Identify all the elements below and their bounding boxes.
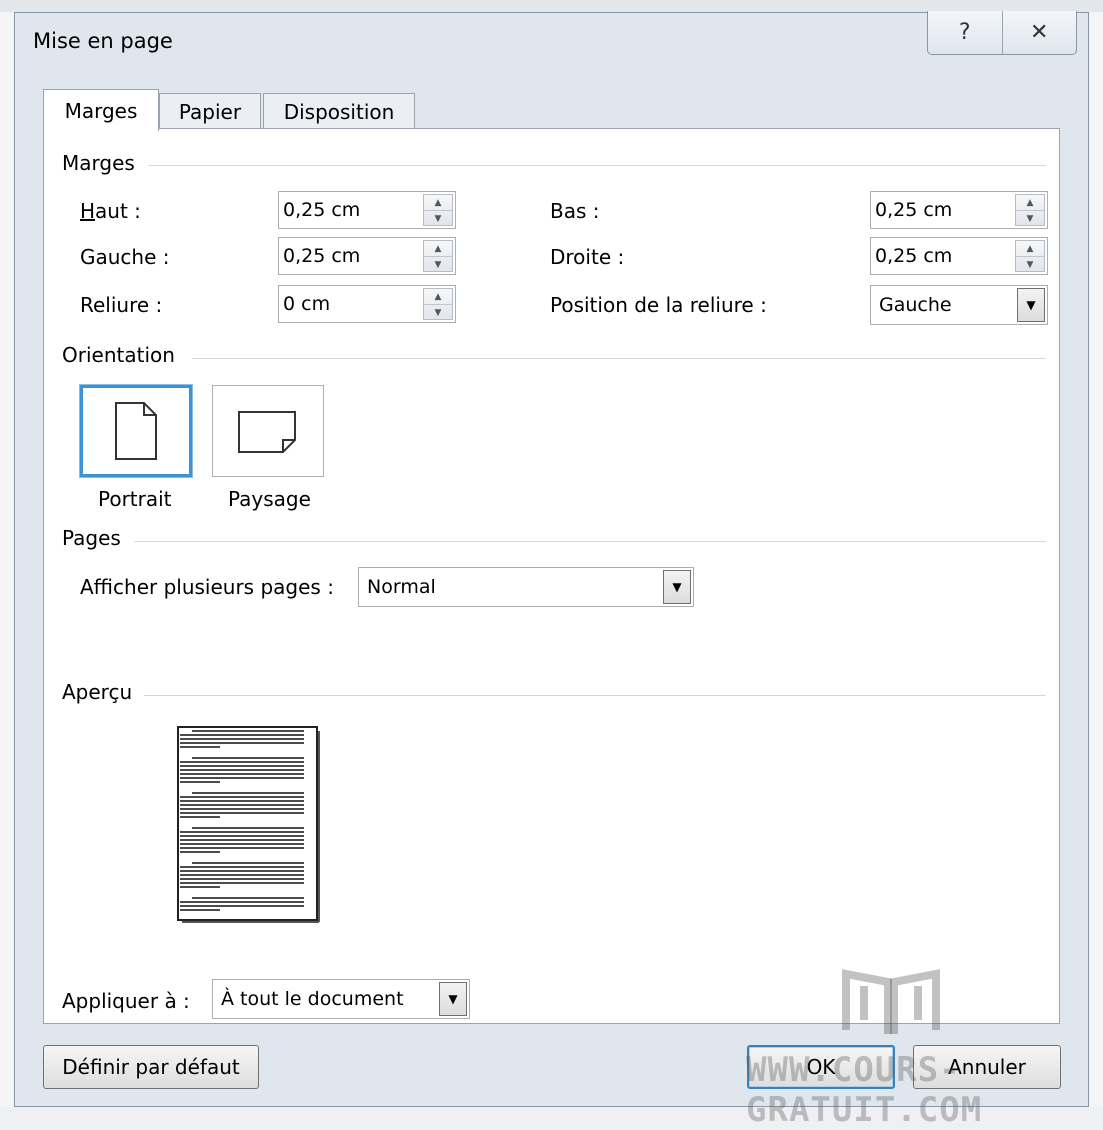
set-as-default-button[interactable]: Définir par défaut (43, 1045, 259, 1089)
right-margin-label: Droite : (550, 245, 624, 269)
spin-up-icon[interactable]: ▲ (424, 241, 452, 256)
close-icon: ✕ (1030, 20, 1049, 45)
section-orientation-title: Orientation (62, 343, 175, 367)
spin-down-icon[interactable]: ▼ (424, 256, 452, 272)
gutter-position-value: Gauche (879, 294, 952, 316)
page-preview (177, 726, 320, 923)
page-setup-dialog: Mise en page ? ✕ Marges Papier Dispositi… (14, 11, 1089, 1107)
section-divider (134, 541, 1046, 542)
tab-marges[interactable]: Marges (43, 89, 159, 131)
apply-to-select[interactable]: À tout le document ▼ (212, 979, 470, 1019)
bottom-margin-value: 0,25 cm (875, 199, 953, 221)
left-margin-spin-arrows[interactable]: ▲ ▼ (423, 240, 453, 272)
spin-down-icon[interactable]: ▼ (424, 210, 452, 226)
right-margin-value: 0,25 cm (875, 245, 953, 267)
watermark-text: WWW.COURS-GRATUIT.COM (746, 1050, 983, 1130)
apply-to-value: À tout le document (221, 988, 404, 1010)
gutter-label: Reliure : (80, 293, 162, 317)
gutter-position-label: Position de la reliure : (550, 293, 767, 317)
multiple-pages-value: Normal (367, 576, 436, 598)
landscape-label[interactable]: Paysage (228, 487, 311, 511)
top-margin-spin-arrows[interactable]: ▲ ▼ (423, 194, 453, 226)
chevron-down-icon[interactable]: ▼ (439, 982, 467, 1016)
section-divider (192, 358, 1046, 359)
gutter-position-label-text: Position de la reliure : (550, 293, 767, 317)
gutter-label-text: Reliure : (80, 293, 163, 317)
section-preview-title: Aperçu (62, 680, 133, 704)
tab-panel-marges: Marges Haut : 0,25 cm ▲ ▼ Bas : 0,25 cm ▲… (43, 128, 1060, 1024)
watermark-book-icon (842, 969, 940, 1034)
top-margin-stepper[interactable]: 0,25 cm ▲ ▼ (278, 191, 456, 229)
section-divider (144, 695, 1046, 696)
bottom-margin-stepper[interactable]: 0,25 cm ▲ ▼ (870, 191, 1048, 229)
landscape-page-icon (238, 411, 296, 453)
spin-up-icon[interactable]: ▲ (424, 289, 452, 304)
apply-to-label: Appliquer à : (62, 989, 190, 1013)
left-margin-label: Gauche : (80, 245, 170, 269)
top-margin-value: 0,25 cm (283, 199, 361, 221)
spin-up-icon[interactable]: ▲ (1016, 195, 1044, 210)
bottom-margin-spin-arrows[interactable]: ▲ ▼ (1015, 194, 1045, 226)
portrait-page-icon (115, 402, 157, 460)
right-margin-stepper[interactable]: 0,25 cm ▲ ▼ (870, 237, 1048, 275)
top-margin-label-text: aut : (95, 199, 141, 223)
section-pages-title: Pages (62, 526, 121, 550)
portrait-label[interactable]: Portrait (98, 487, 172, 511)
gutter-position-select[interactable]: Gauche ▼ (870, 285, 1048, 325)
chevron-down-icon[interactable]: ▼ (1017, 288, 1045, 322)
spin-down-icon[interactable]: ▼ (1016, 210, 1044, 226)
caption-buttons: ? ✕ (927, 11, 1077, 55)
spin-down-icon[interactable]: ▼ (1016, 256, 1044, 272)
bottom-margin-label: Bas : (550, 199, 600, 223)
help-icon: ? (958, 20, 971, 45)
gutter-spin-arrows[interactable]: ▲ ▼ (423, 288, 453, 320)
section-margins-title: Marges (62, 151, 135, 175)
landscape-option[interactable] (212, 385, 324, 477)
close-button[interactable]: ✕ (1001, 11, 1077, 54)
dialog-title: Mise en page (33, 29, 173, 53)
chevron-down-icon[interactable]: ▼ (663, 570, 691, 604)
section-divider (148, 165, 1046, 166)
left-margin-label-text: Gauche : (80, 245, 170, 269)
tab-papier[interactable]: Papier (159, 93, 261, 129)
right-margin-label-text: Droite : (550, 245, 625, 269)
bottom-margin-label-text: Bas : (550, 199, 600, 223)
gutter-value: 0 cm (283, 293, 331, 315)
spin-up-icon[interactable]: ▲ (1016, 241, 1044, 256)
spin-up-icon[interactable]: ▲ (424, 195, 452, 210)
gutter-stepper[interactable]: 0 cm ▲ ▼ (278, 285, 456, 323)
multiple-pages-label: Afficher plusieurs pages : (80, 575, 334, 599)
portrait-option[interactable] (80, 385, 192, 477)
left-margin-stepper[interactable]: 0,25 cm ▲ ▼ (278, 237, 456, 275)
help-button[interactable]: ? (928, 11, 1002, 54)
right-margin-spin-arrows[interactable]: ▲ ▼ (1015, 240, 1045, 272)
multiple-pages-select[interactable]: Normal ▼ (358, 567, 694, 607)
tab-disposition[interactable]: Disposition (263, 93, 415, 129)
spin-down-icon[interactable]: ▼ (424, 304, 452, 320)
top-margin-label: Haut : (80, 199, 141, 223)
left-margin-value: 0,25 cm (283, 245, 361, 267)
